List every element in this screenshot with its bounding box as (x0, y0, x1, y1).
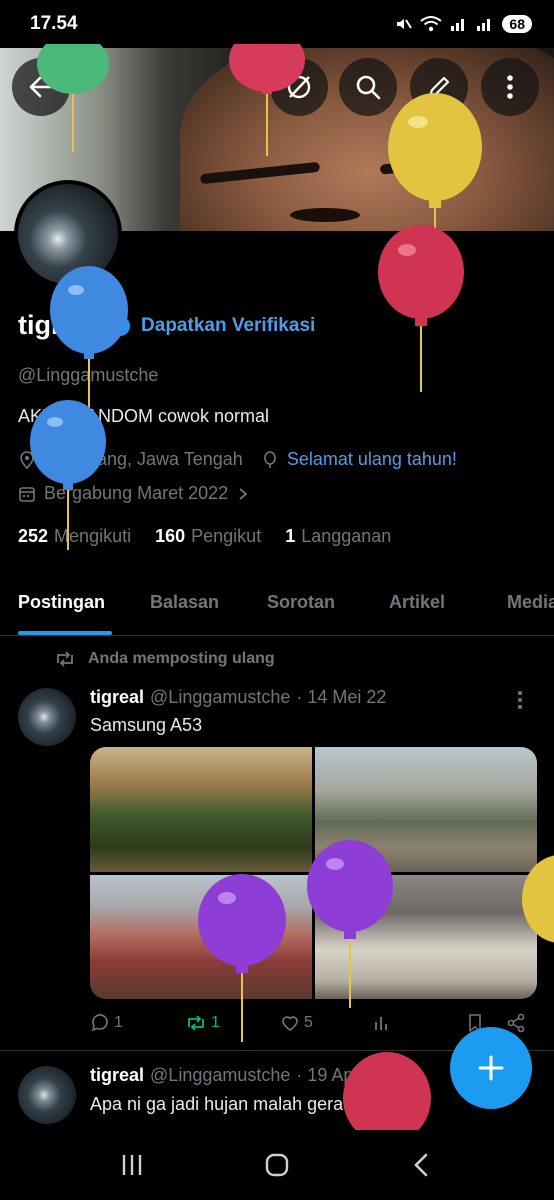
home-icon[interactable] (264, 1152, 290, 1178)
post-text-2: Apa ni ga jadi hujan malah gerah (90, 1094, 354, 1114)
tab-media[interactable]: Media (507, 592, 554, 613)
share-action[interactable] (506, 1013, 526, 1033)
balloon-blue-1 (50, 266, 128, 416)
subscriptions-count: 1 (285, 526, 296, 546)
post-actions: 1 1 5 (90, 1013, 537, 1033)
subscriptions-stat[interactable]: 1 Langganan (285, 526, 391, 547)
followers-count: 160 (155, 526, 186, 546)
signal-icon (451, 19, 465, 31)
status-icons: 68 (394, 15, 532, 33)
followers-label: Pengikut (191, 526, 262, 546)
tab-replies[interactable]: Balasan (150, 592, 219, 613)
battery-indicator: 68 (502, 15, 532, 33)
repost-note-text: Anda memposting ulang (88, 650, 275, 667)
banner-eye (290, 208, 360, 222)
post-header: tigreal @Linggamustche · 14 Mei 22 (90, 687, 386, 708)
reply-count: 1 (114, 1014, 123, 1031)
post-time: · 14 Mei 22 (296, 687, 387, 707)
reply-icon (91, 1014, 108, 1032)
post-author-name[interactable]: tigreal (90, 687, 144, 708)
post-author-handle-2: @Linggamustche (150, 1065, 291, 1085)
like-action[interactable]: 5 (280, 1013, 372, 1033)
balloon-red-bottom (343, 1052, 431, 1130)
profile-tabs: Postingan Balasan Sorotan Artikel Media (0, 580, 554, 636)
more-icon (507, 75, 513, 99)
post-author-name-2[interactable]: tigreal (90, 1065, 144, 1086)
birthday-link[interactable]: Selamat ulang tahun! (287, 449, 457, 470)
signal-icon-2 (477, 19, 491, 31)
back-nav-icon[interactable] (409, 1152, 435, 1178)
share-icon (507, 1013, 525, 1033)
views-icon (375, 1017, 387, 1030)
chevron-right-icon (239, 487, 248, 500)
repost-icon (57, 651, 73, 667)
tab-articles[interactable]: Artikel (389, 592, 445, 613)
views-action[interactable] (372, 1013, 466, 1033)
like-count: 5 (304, 1014, 313, 1031)
post-text: Samsung A53 (90, 715, 203, 735)
balloon-red-top (229, 44, 305, 156)
tab-highlights[interactable]: Sorotan (267, 592, 335, 613)
compose-post-button[interactable] (450, 1027, 532, 1109)
balloon-icon (264, 450, 276, 468)
more-options-button[interactable] (481, 58, 539, 116)
search-icon (356, 75, 381, 100)
balloon-purple-1 (307, 840, 393, 1008)
wifi-icon (420, 16, 443, 32)
balloon-green (37, 44, 109, 152)
balloon-blue-2 (30, 400, 106, 550)
post-image-1[interactable] (90, 747, 312, 872)
tab-posts[interactable]: Postingan (18, 592, 105, 613)
status-time: 17.54 (30, 13, 78, 34)
plus-icon (478, 1055, 504, 1081)
system-nav-bar (0, 1130, 554, 1200)
post-avatar-2[interactable] (18, 1066, 76, 1124)
status-bar: 17.54 68 (0, 0, 554, 48)
recents-icon[interactable] (119, 1152, 145, 1178)
repost-note: Anda memposting ulang (54, 650, 275, 668)
mute-icon (397, 19, 413, 29)
subscriptions-label: Langganan (301, 526, 392, 546)
post-more-icon[interactable] (517, 690, 523, 710)
get-verified-link[interactable]: Dapatkan Verifikasi (141, 315, 315, 337)
balloon-red-mid (378, 225, 464, 392)
post-author-handle: @Linggamustche (150, 687, 291, 707)
post-header-2: tigreal @Linggamustche · 19 Apr (90, 1065, 359, 1086)
post-avatar[interactable] (18, 688, 76, 746)
reply-action[interactable]: 1 (90, 1013, 185, 1033)
balloon-yellow-edge (522, 855, 554, 943)
followers-stat[interactable]: 160 Pengikut (155, 526, 261, 547)
active-tab-indicator (18, 631, 112, 635)
balloon-purple-2 (198, 874, 286, 1042)
